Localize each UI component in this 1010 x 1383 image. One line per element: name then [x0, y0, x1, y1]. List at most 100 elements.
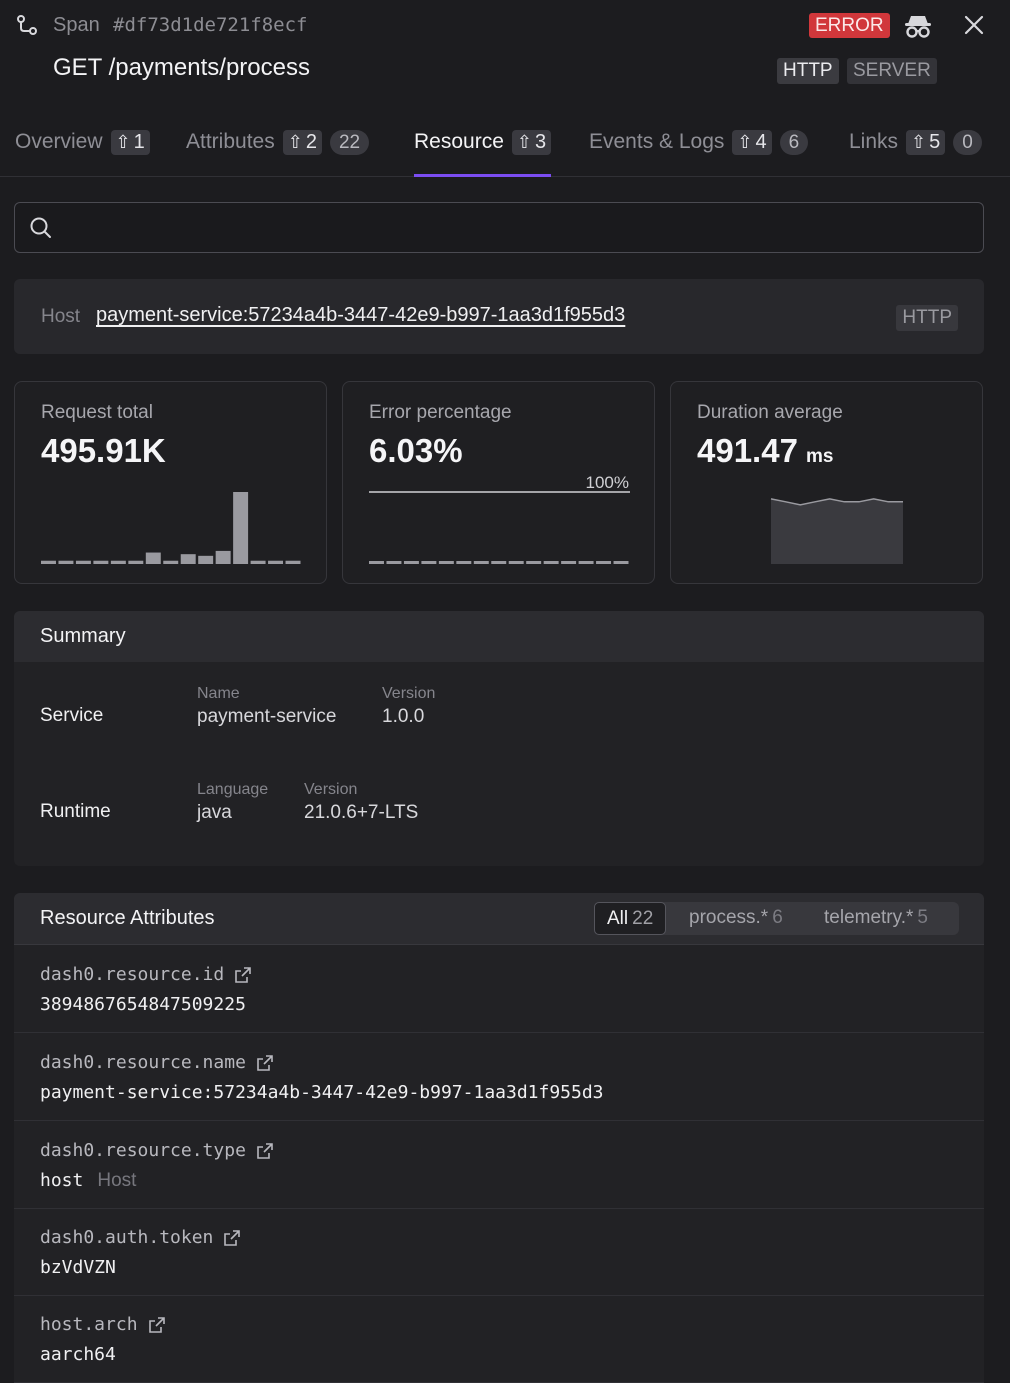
chart-bar [93, 560, 109, 564]
chart-bar [198, 555, 214, 564]
external-link-icon[interactable] [256, 1054, 274, 1072]
runtime-version-key: Version [304, 781, 358, 798]
tab-bar: Overview ⇧ 1 Attributes ⇧ 2 22 Resource ⇧ 3… [0, 120, 1010, 177]
span-kind-tag: SERVER [847, 58, 937, 84]
resource-attributes-panel: Resource Attributes All 22 process.* 6 tel… [14, 893, 984, 1383]
attribute-value: bzVdVZN [40, 1257, 116, 1278]
shortcut-badge: ⇧ 5 [906, 130, 946, 155]
chart-bar [543, 561, 559, 564]
shift-arrow-icon: ⇧ [287, 132, 303, 152]
request-total-chart [41, 492, 301, 564]
filter-telemetry[interactable]: telemetry.* 5 [824, 902, 928, 935]
tab-label: Overview [15, 130, 103, 153]
attribute-row[interactable]: dash0.resource.type host Host [14, 1121, 984, 1209]
attribute-hint: Host [97, 1170, 137, 1191]
resource-attributes-header: Resource Attributes All 22 process.* 6 tel… [14, 893, 984, 945]
page-title: GET /payments/process [53, 54, 310, 81]
span-kind-label: Span [53, 14, 100, 36]
attribute-row[interactable]: dash0.resource.name payment-service:5723… [14, 1033, 984, 1121]
tab-attributes[interactable]: Attributes ⇧ 2 22 [186, 120, 370, 176]
service-label: Service [40, 705, 104, 726]
summary-header: Summary [14, 611, 984, 662]
chart-bar [578, 561, 594, 564]
close-icon[interactable] [962, 13, 986, 37]
request-total-card[interactable]: Request total 495.91K [14, 381, 327, 584]
service-name-key: Name [197, 685, 240, 702]
attribute-key: dash0.auth.token [40, 1227, 241, 1248]
search-box [14, 202, 984, 254]
resource-attributes-title: Resource Attributes [40, 907, 215, 929]
attribute-value: 3894867654847509225 [40, 994, 246, 1015]
service-version-key: Version [382, 685, 436, 702]
search-input[interactable] [65, 203, 969, 254]
chart-bar [438, 561, 454, 564]
service-name-value: payment-service [197, 706, 337, 727]
duration-average-card[interactable]: Duration average 491.47 ms [670, 381, 983, 584]
attribute-value: host Host [40, 1170, 137, 1191]
error-percentage-card[interactable]: Error percentage 6.03% 100% [342, 381, 655, 584]
chart-bar [473, 561, 489, 564]
filter-count: 6 [772, 907, 783, 928]
chart-bar [403, 561, 419, 564]
error-percentage-chart: 100% [369, 473, 630, 564]
host-label: Host [41, 306, 81, 327]
runtime-language-value: java [197, 802, 232, 823]
tab-label: Events & Logs [589, 130, 725, 153]
tab-label: Resource [414, 130, 504, 153]
reference-line-label: 100% [586, 473, 629, 492]
attribute-value: payment-service:57234a4b-3447-42e9-b997-… [40, 1082, 604, 1103]
external-link-icon[interactable] [256, 1142, 274, 1160]
chart-bar [233, 492, 249, 564]
chart-bar [268, 560, 284, 564]
shift-arrow-icon: ⇧ [516, 132, 532, 152]
external-link-icon[interactable] [234, 966, 252, 984]
chart-bar [163, 560, 179, 564]
chart-bar [369, 561, 384, 564]
shortcut-badge: ⇧ 1 [110, 130, 150, 155]
chart-bar [561, 561, 577, 564]
chart-bar [285, 560, 301, 564]
filter-process[interactable]: process.* 6 [689, 902, 783, 935]
span-icon [17, 15, 37, 35]
summary-title: Summary [40, 625, 126, 647]
span-id[interactable]: #df73d1de721f8ecf [113, 14, 307, 36]
shift-arrow-icon: ⇧ [911, 132, 927, 152]
tab-label: Attributes [186, 130, 275, 153]
chart-area [771, 498, 903, 564]
attribute-row[interactable]: dash0.resource.id 3894867654847509225 [14, 945, 984, 1033]
shortcut-badge: ⇧ 2 [282, 130, 322, 155]
chart-bar [421, 561, 437, 564]
shortcut-badge: ⇧ 4 [732, 130, 772, 155]
filter-count: 22 [632, 908, 654, 929]
shift-arrow-icon: ⇧ [115, 132, 131, 152]
tab-resource[interactable]: Resource ⇧ 3 [414, 120, 552, 177]
host-link[interactable]: payment-service:57234a4b-3447-42e9-b997-… [96, 304, 625, 327]
service-version-value: 1.0.0 [382, 706, 425, 727]
chart-bar [75, 560, 91, 564]
chart-bar [508, 561, 524, 564]
external-link-icon[interactable] [223, 1229, 241, 1247]
duration-average-chart [770, 498, 903, 564]
filter-count: 5 [917, 907, 928, 928]
attribute-key: host.arch [40, 1314, 166, 1335]
chart-bar [180, 554, 196, 564]
chart-bar [526, 561, 542, 564]
chart-bar [110, 560, 126, 564]
attribute-row[interactable]: host.arch aarch64 [14, 1295, 984, 1383]
spy-icon[interactable] [902, 10, 934, 42]
attribute-row[interactable]: dash0.auth.token bzVdVZN [14, 1208, 984, 1296]
span-header: Span #df73d1de721f8ecf ERROR GET /paymen… [0, 0, 1010, 110]
status-badge: ERROR [809, 13, 890, 38]
count-badge: 0 [953, 130, 982, 155]
tab-events-logs[interactable]: Events & Logs ⇧ 4 6 [589, 120, 809, 176]
tab-overview[interactable]: Overview ⇧ 1 [15, 120, 150, 176]
runtime-language-key: Language [197, 781, 269, 798]
tab-label: Links [849, 130, 899, 153]
attribute-value: aarch64 [40, 1344, 116, 1365]
filter-all[interactable]: All 22 [594, 902, 667, 935]
chart-bar [215, 550, 231, 564]
search-icon [30, 217, 51, 238]
chart-bar [145, 552, 161, 564]
tab-links[interactable]: Links ⇧ 5 0 [849, 120, 982, 176]
external-link-icon[interactable] [148, 1316, 166, 1334]
